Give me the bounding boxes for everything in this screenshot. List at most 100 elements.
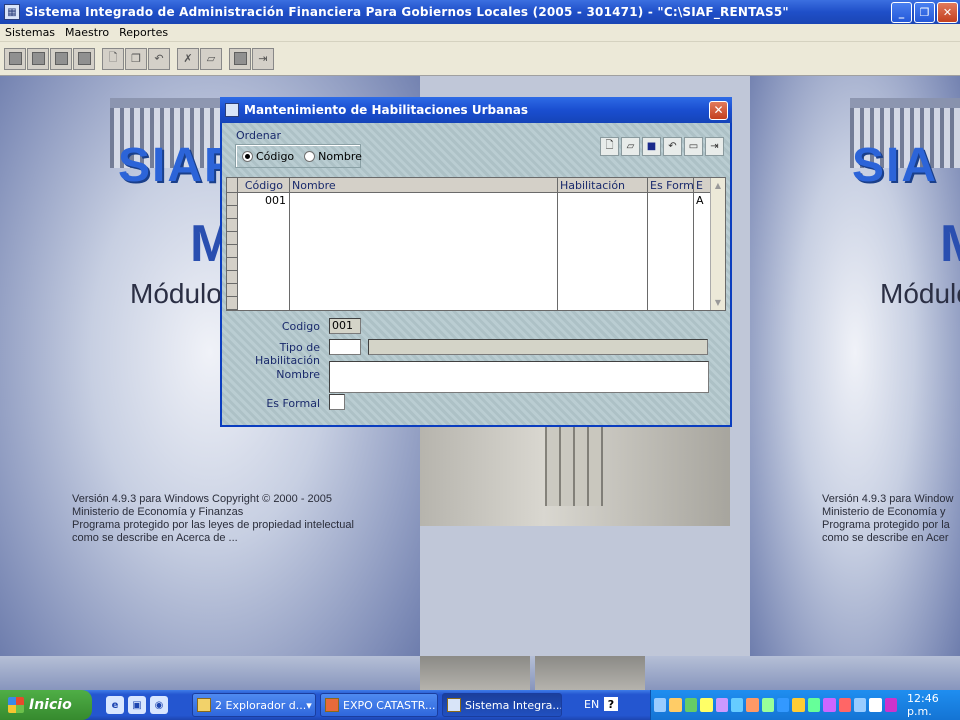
records-grid[interactable]: Código Nombre Habilitación Es Formal E 0… [226, 177, 726, 311]
row-indicators [227, 193, 238, 310]
modulo-text-right: Módulo [880, 278, 960, 309]
close-button[interactable]: ✕ [937, 1, 958, 23]
radio-codigo[interactable]: Código [242, 150, 294, 163]
minimize-button[interactable]: _ [891, 1, 912, 23]
tipo-habilitacion-label: Tipo de Habilitación [254, 341, 320, 367]
start-button[interactable]: Inicio [0, 690, 92, 720]
save-icon[interactable]: ■ [642, 137, 661, 156]
radio-codigo-indicator[interactable] [242, 150, 253, 162]
tray-icon-10[interactable] [792, 698, 805, 712]
new-doc-icon[interactable]: 🗋 [102, 47, 124, 70]
quick-launch: e ▣ ◉ [106, 696, 172, 714]
tray-icon-7[interactable] [746, 698, 759, 712]
desktop-icon[interactable]: ▣ [128, 696, 146, 714]
copy-icon[interactable]: ❐ [125, 47, 147, 70]
es-formal-checkbox[interactable] [329, 394, 345, 410]
menubar: Sistemas Maestro Reportes [0, 24, 960, 42]
grid-header: Código Nombre Habilitación Es Formal E [227, 178, 711, 193]
menu-reportes[interactable]: Reportes [114, 26, 173, 39]
tray-icon-11[interactable] [807, 698, 821, 712]
table-row-e[interactable]: A [696, 194, 704, 207]
app-icon[interactable]: ▦ [4, 4, 20, 20]
windows-flag-icon [8, 697, 24, 713]
task-explorador[interactable]: 2 Explorador d... ▾ [192, 693, 316, 717]
task-group-arrow-icon[interactable]: ▾ [306, 699, 312, 712]
media-icon[interactable]: ◉ [150, 696, 168, 714]
tray-icon-6[interactable] [730, 698, 744, 712]
delete-record-icon[interactable]: ▭ [684, 137, 703, 156]
app-titlebar[interactable]: ▦ Sistema Integrado de Administración Fi… [0, 0, 960, 24]
col-nombre[interactable]: Nombre [290, 178, 558, 193]
undo-icon[interactable]: ↶ [148, 47, 170, 70]
table-row-codigo[interactable]: 001 [240, 194, 286, 207]
task-expo-catastr[interactable]: EXPO CATASTR... [320, 693, 438, 717]
clock[interactable]: 12:46 p.m. [907, 692, 960, 718]
menu-sistemas[interactable]: Sistemas [0, 26, 60, 39]
dialog-icon [225, 103, 239, 117]
es-formal-label: Es Formal [266, 397, 320, 410]
tray-icon-9[interactable] [777, 698, 790, 712]
siaf-logo-right: SIA [852, 139, 939, 192]
scroll-down-icon[interactable]: ▼ [711, 295, 725, 310]
col-codigo[interactable]: Código [238, 178, 290, 193]
dialog-body: Ordenar Código Nombre 🗋 ▱ ■ ↶ ▭ ⇥ Código… [222, 123, 730, 425]
new-record-icon[interactable]: 🗋 [600, 137, 619, 156]
scroll-up-icon[interactable]: ▲ [711, 178, 725, 193]
start-label: Inicio [29, 697, 72, 713]
folder-icon [197, 698, 211, 712]
tipo-habilitacion-input[interactable] [329, 339, 361, 355]
tray-icon-15[interactable] [869, 698, 882, 712]
radio-nombre[interactable]: Nombre [304, 150, 362, 163]
task-sistema-integrado[interactable]: Sistema Integra... [442, 693, 562, 717]
language-indicator[interactable]: EN [584, 698, 599, 711]
tray-icon-16[interactable] [884, 698, 897, 712]
toolbar-button-1[interactable] [4, 47, 26, 70]
codigo-label: Codigo [281, 320, 320, 333]
col-e[interactable]: E [694, 178, 711, 193]
nombre-input[interactable] [329, 361, 709, 393]
tray-icon-12[interactable] [823, 698, 836, 712]
ordenar-group: Código Nombre [235, 144, 362, 168]
app-title: Sistema Integrado de Administración Fina… [25, 5, 789, 19]
exit-icon[interactable]: ⇥ [252, 47, 274, 70]
dialog-close-button[interactable]: ✕ [709, 100, 728, 120]
dialog-title: Mantenimiento de Habilitaciones Urbanas [244, 103, 528, 117]
tray-icon-8[interactable] [761, 698, 774, 712]
toolbar-button-3[interactable] [50, 47, 72, 70]
dialog-titlebar[interactable]: Mantenimiento de Habilitaciones Urbanas … [220, 97, 732, 123]
version-text: Versión 4.9.3 para Windows Copyright © 2… [72, 493, 354, 544]
col-es-formal[interactable]: Es Formal [648, 178, 694, 193]
tray-icon-2[interactable] [669, 698, 682, 712]
toolbar-button-4[interactable] [73, 47, 95, 70]
habilitaciones-dialog: Mantenimiento de Habilitaciones Urbanas … [220, 97, 732, 427]
menu-maestro[interactable]: Maestro [60, 26, 114, 39]
tray-icon-13[interactable] [838, 698, 851, 712]
siaf-logo: SIAF [118, 139, 236, 192]
ie-icon[interactable]: e [106, 696, 124, 714]
exit-dialog-icon[interactable]: ⇥ [705, 137, 724, 156]
delete-icon[interactable]: ✗ [177, 47, 199, 70]
toolbar-button-2[interactable] [27, 47, 49, 70]
m-logo-right: M [940, 214, 960, 274]
system-tray: 12:46 p.m. [650, 690, 960, 720]
building-image [420, 426, 730, 526]
tray-icon-1[interactable] [654, 698, 667, 712]
edit-icon[interactable]: ▱ [200, 47, 222, 70]
stop-icon[interactable] [229, 47, 251, 70]
radio-nombre-label: Nombre [318, 149, 362, 163]
taskbar: Inicio e ▣ ◉ 2 Explorador d... ▾ EXPO CA… [0, 690, 960, 720]
restore-button[interactable]: ❐ [914, 1, 935, 23]
edit-record-icon[interactable]: ▱ [621, 137, 640, 156]
codigo-field: 001 [329, 318, 361, 334]
help-icon[interactable]: ? [604, 697, 618, 711]
grid-scrollbar[interactable]: ▲ ▼ [710, 178, 725, 310]
main-toolbar: 🗋 ❐ ↶ ✗ ▱ ⇥ [0, 42, 960, 76]
col-habilitacion[interactable]: Habilitación [558, 178, 648, 193]
tray-icon-14[interactable] [853, 698, 867, 712]
radio-nombre-indicator[interactable] [304, 150, 316, 162]
tray-icon-5[interactable] [715, 698, 728, 712]
undo-record-icon[interactable]: ↶ [663, 137, 682, 156]
tray-icon-3[interactable] [684, 698, 698, 712]
tray-icon-4[interactable] [700, 698, 713, 712]
app-task-icon [447, 698, 461, 712]
